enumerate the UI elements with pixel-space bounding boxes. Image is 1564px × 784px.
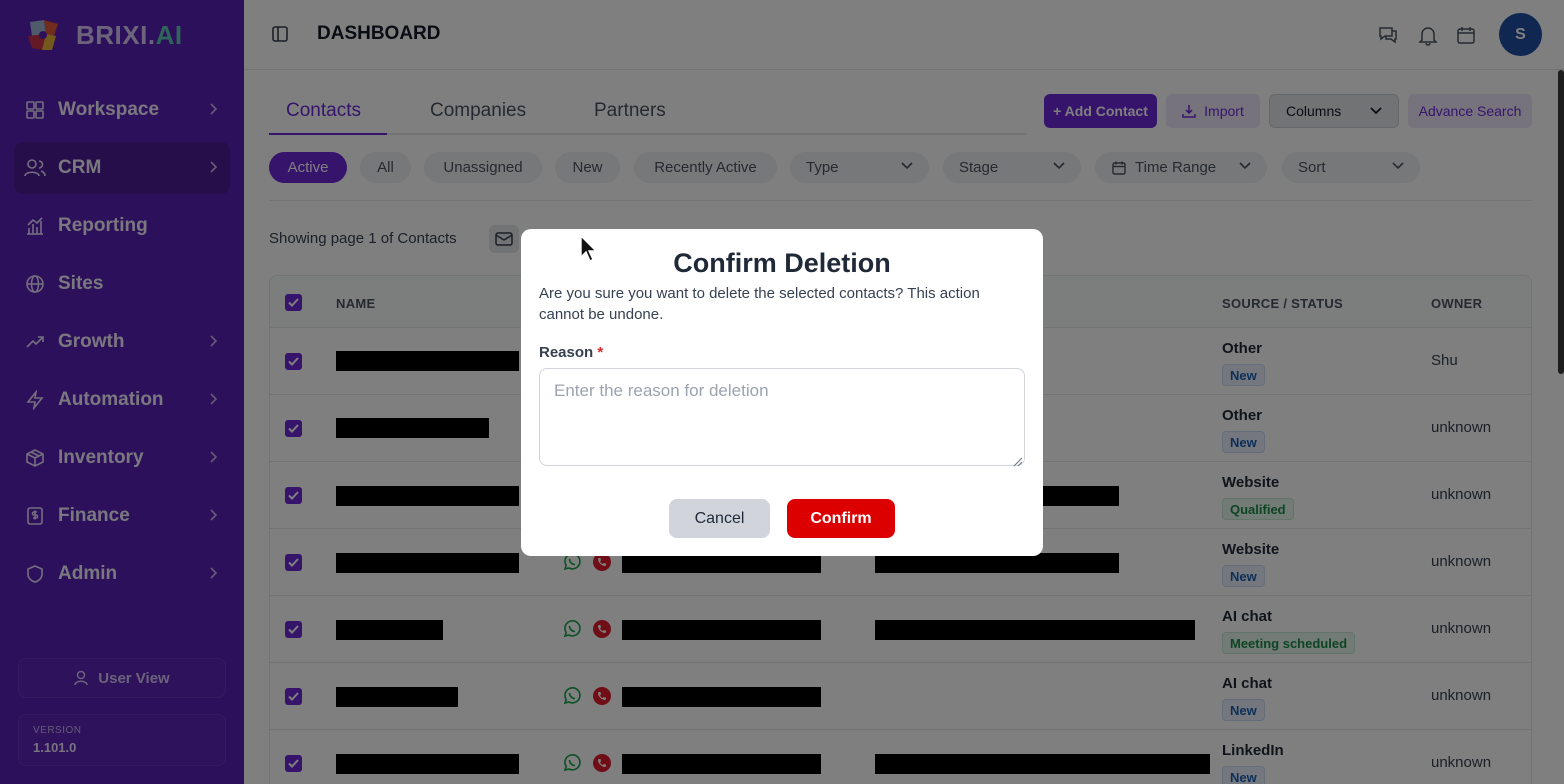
dialog-title: Confirm Deletion: [673, 248, 891, 278]
reason-label: Reason *: [539, 344, 603, 361]
confirm-button[interactable]: Confirm: [787, 499, 895, 538]
confirm-deletion-dialog: Confirm Deletion Are you sure you want t…: [521, 229, 1043, 556]
reason-label-text: Reason: [539, 344, 594, 361]
mouse-cursor-icon: [580, 234, 598, 268]
cancel-button[interactable]: Cancel: [669, 499, 770, 538]
resize-grip-icon[interactable]: [1013, 454, 1023, 472]
required-asterisk: *: [597, 344, 604, 361]
dialog-message: Are you sure you want to delete the sele…: [539, 285, 980, 323]
reason-textarea[interactable]: [539, 368, 1025, 466]
